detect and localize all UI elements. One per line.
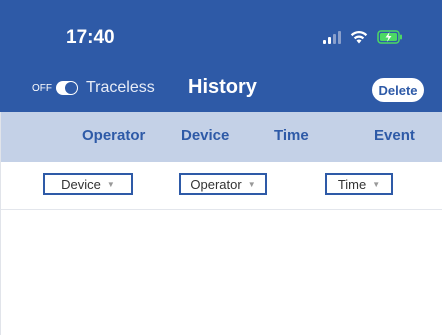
column-time: Time <box>274 127 309 144</box>
time-filter-dropdown[interactable]: Time ▼ <box>325 173 393 195</box>
toggle-state-label: OFF <box>32 82 52 94</box>
wifi-icon <box>350 31 368 44</box>
delete-button[interactable]: Delete <box>372 78 424 102</box>
status-icons <box>323 28 403 46</box>
filter-row: Device ▼ Operator ▼ Time ▼ <box>0 162 442 210</box>
page-title: History <box>188 76 257 98</box>
toggle-switch[interactable] <box>56 81 78 95</box>
toggle-knob <box>65 82 77 94</box>
status-time: 17:40 <box>66 27 115 48</box>
device-filter-label: Device <box>61 176 101 192</box>
column-event: Event <box>374 127 415 144</box>
column-device: Device <box>181 127 230 144</box>
battery-charging-icon <box>377 30 402 44</box>
operator-filter-label: Operator <box>190 176 242 192</box>
operator-filter-dropdown[interactable]: Operator ▼ <box>179 173 267 195</box>
device-filter-dropdown[interactable]: Device ▼ <box>43 173 133 195</box>
traceless-label: Traceless <box>86 79 155 96</box>
chevron-down-icon: ▼ <box>372 179 381 189</box>
content-left-border <box>0 112 1 335</box>
chevron-down-icon: ▼ <box>247 179 256 189</box>
column-operator: Operator <box>82 127 146 144</box>
signal-icon <box>323 30 341 44</box>
time-filter-label: Time <box>337 176 367 192</box>
app-header: 17:40 OFF Traceless History Delete <box>0 0 442 112</box>
chevron-down-icon: ▼ <box>106 179 115 189</box>
traceless-toggle[interactable]: OFF Traceless <box>32 79 155 97</box>
column-header-bar: Operator Device Time Event <box>0 112 442 162</box>
